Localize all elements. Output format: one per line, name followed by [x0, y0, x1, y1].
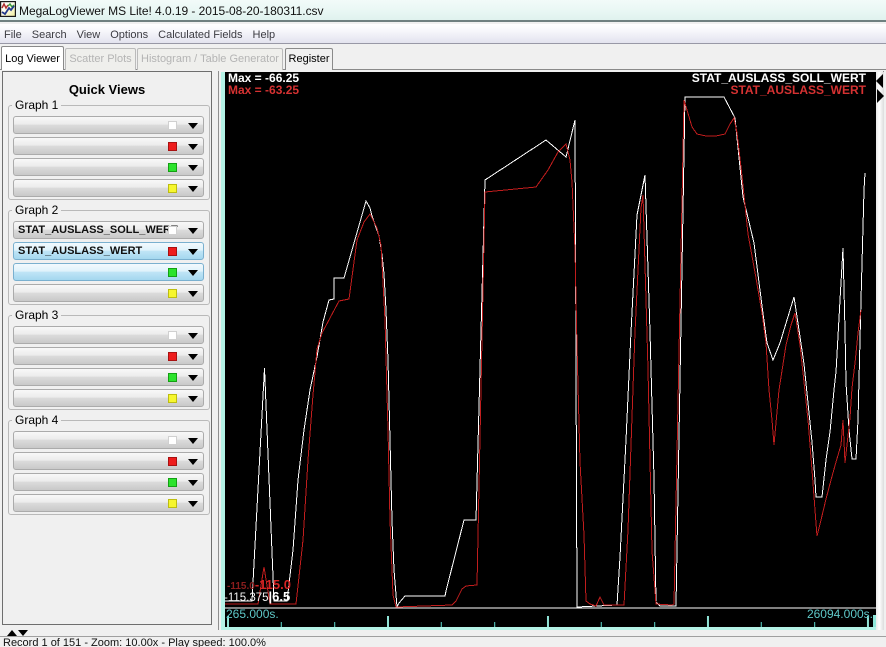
svg-text:265.000s.: 265.000s. [226, 607, 279, 621]
svg-text:26094.000s.: 26094.000s. [807, 607, 873, 621]
